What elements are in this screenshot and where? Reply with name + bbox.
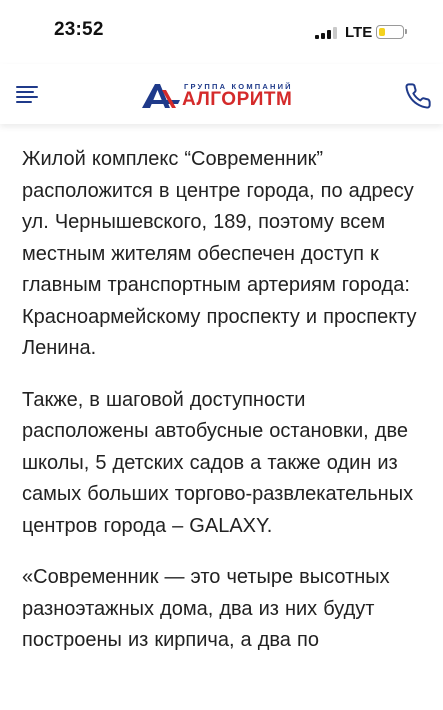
- article-body: Жилой комплекс “Современник” расположитс…: [22, 144, 422, 677]
- company-logo[interactable]: ГРУППА КОМПАНИЙ АЛГОРИТМ: [140, 80, 305, 110]
- hamburger-menu-icon[interactable]: [16, 86, 40, 104]
- status-bar: 23:52 LTE: [0, 0, 443, 64]
- logo-mark-icon: [142, 84, 180, 108]
- cellular-signal-icon: [315, 27, 339, 39]
- battery-level-fill: [378, 27, 385, 36]
- article-paragraph: Также, в шаговой доступности расположены…: [22, 388, 414, 537]
- status-time: 23:52: [54, 19, 104, 40]
- article-paragraph: Жилой комплекс “Современник” расположитс…: [22, 148, 417, 359]
- network-type-label: LTE: [345, 24, 373, 41]
- site-header: ГРУППА КОМПАНИЙ АЛГОРИТМ: [0, 64, 443, 124]
- battery-icon: [376, 25, 407, 39]
- article-paragraph: «Современник — это четыре высотных разно…: [22, 566, 390, 651]
- phone-icon[interactable]: [404, 82, 432, 110]
- logo-name: АЛГОРИТМ: [182, 89, 293, 110]
